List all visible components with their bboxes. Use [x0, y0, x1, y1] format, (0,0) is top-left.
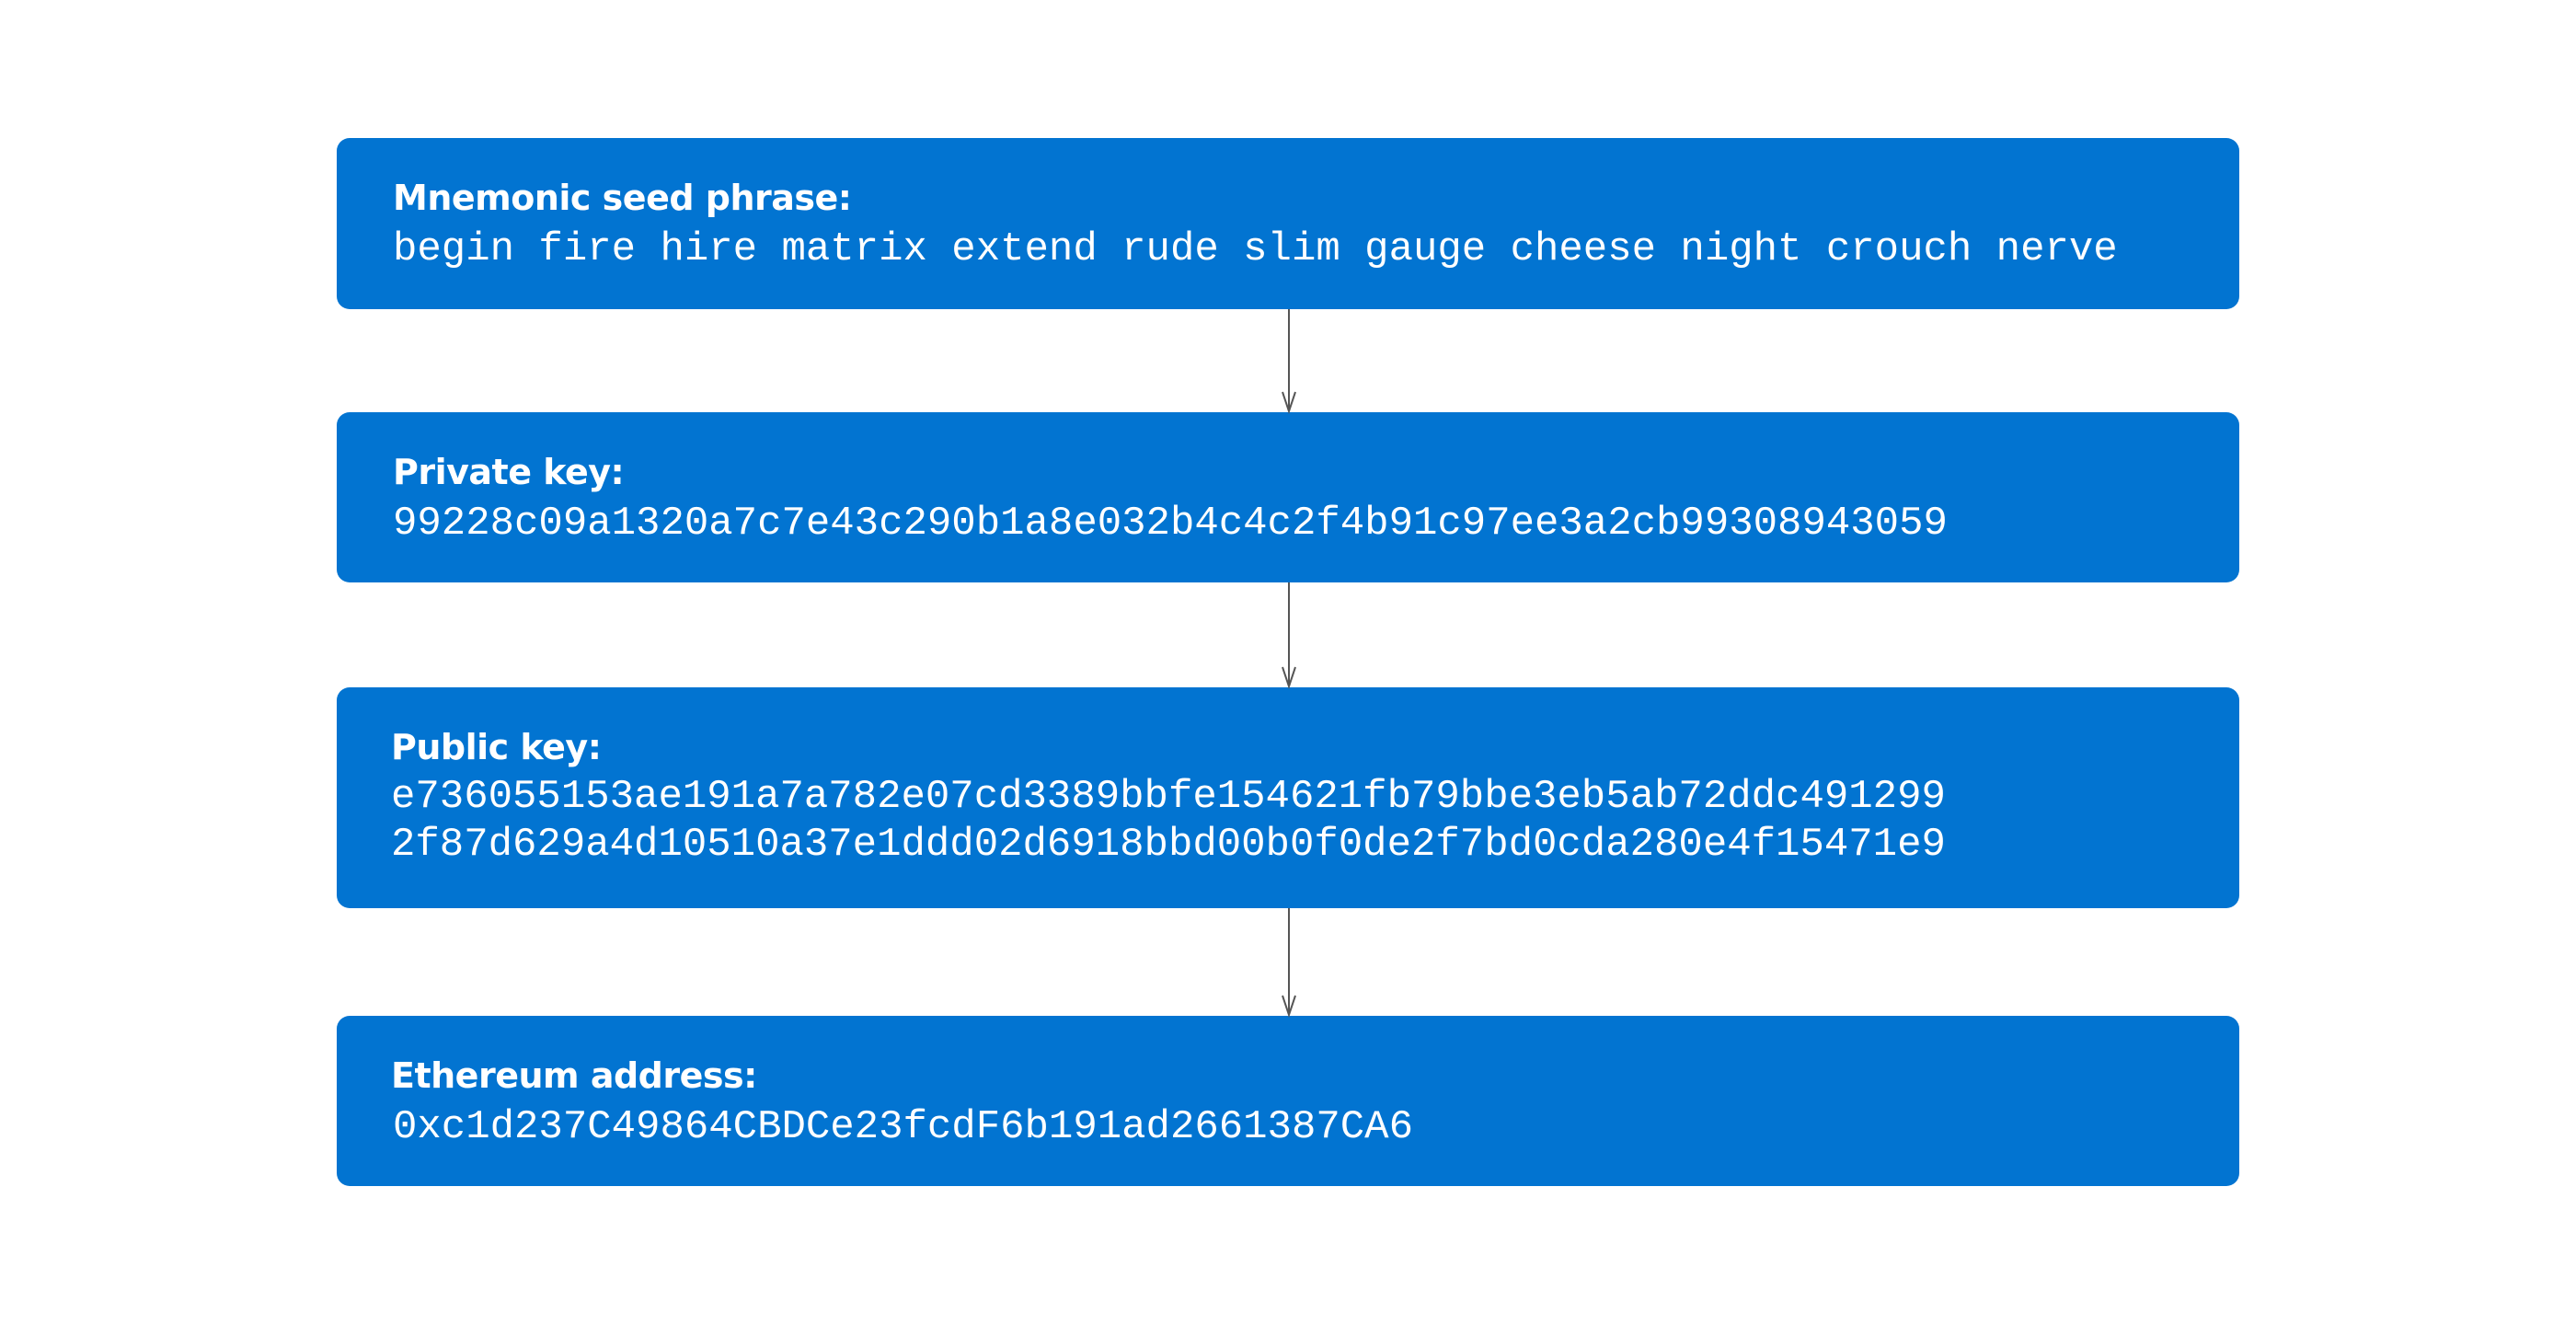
- arrow-public-key-to-ethereum-address: [1282, 908, 1296, 1019]
- private-key-title: Private key:: [393, 452, 625, 492]
- public-key-line-2: 2f87d629a4d10510a37e1ddd02d6918bbd00b0f0…: [391, 822, 1946, 868]
- private-key-box: Private key: 99228c09a1320a7c7e43c290b1a…: [337, 412, 2239, 582]
- mnemonic-seed-box: Mnemonic seed phrase: begin fire hire ma…: [337, 138, 2239, 309]
- ethereum-address-line: 0xc1d237C49864CBDCe23fcdF6b191ad2661387C…: [393, 1104, 1413, 1150]
- private-key-line: 99228c09a1320a7c7e43c290b1a8e032b4c4c2f4…: [393, 501, 1948, 547]
- public-key-value: e736055153ae191a7a782e07cd3389bbfe154621…: [391, 773, 1946, 869]
- public-key-title: Public key:: [391, 727, 602, 767]
- mnemonic-seed-title: Mnemonic seed phrase:: [393, 178, 852, 218]
- ethereum-address-box: Ethereum address: 0xc1d237C49864CBDCe23f…: [337, 1016, 2239, 1186]
- public-key-line-1: e736055153ae191a7a782e07cd3389bbfe154621…: [391, 774, 1946, 820]
- arrow-private-key-to-public-key: [1282, 582, 1296, 690]
- arrow-mnemonic-to-private-key: [1282, 309, 1296, 415]
- ethereum-address-value: 0xc1d237C49864CBDCe23fcdF6b191ad2661387C…: [393, 1103, 1413, 1151]
- mnemonic-seed-line: begin fire hire matrix extend rude slim …: [393, 226, 2118, 272]
- ethereum-address-title: Ethereum address:: [391, 1055, 757, 1096]
- public-key-box: Public key: e736055153ae191a7a782e07cd33…: [337, 687, 2239, 908]
- private-key-value: 99228c09a1320a7c7e43c290b1a8e032b4c4c2f4…: [393, 500, 1948, 547]
- mnemonic-seed-value: begin fire hire matrix extend rude slim …: [393, 225, 2118, 273]
